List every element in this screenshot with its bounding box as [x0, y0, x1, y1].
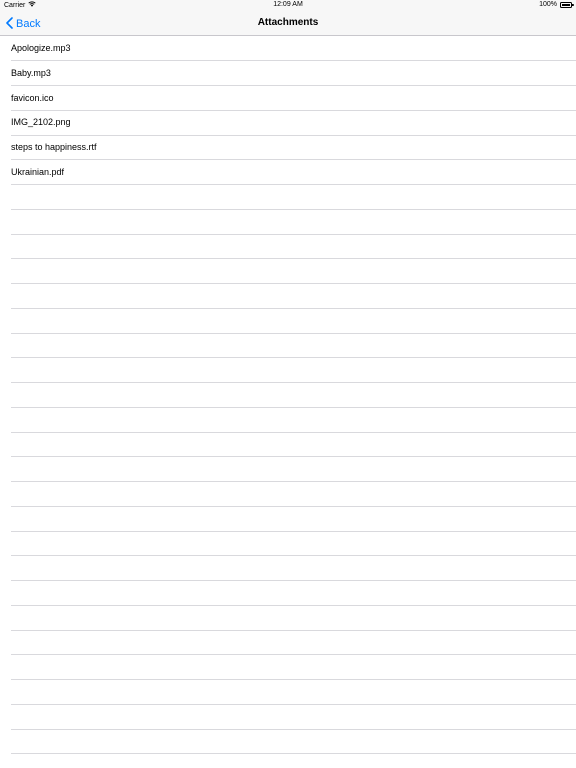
empty-row	[0, 333, 576, 358]
empty-row	[0, 383, 576, 408]
attachment-row[interactable]: steps to happiness.rtf	[0, 135, 576, 160]
battery-icon	[560, 1, 574, 8]
empty-row	[0, 482, 576, 507]
empty-row	[0, 209, 576, 234]
empty-row	[0, 754, 576, 768]
status-bar: Carrier 12:09 AM 100%	[0, 0, 576, 12]
status-right: 100%	[539, 1, 574, 8]
empty-row	[0, 605, 576, 630]
attachment-row[interactable]: Apologize.mp3	[0, 36, 576, 61]
empty-row	[0, 284, 576, 309]
empty-row	[0, 581, 576, 606]
attachment-filename: Baby.mp3	[11, 67, 51, 78]
attachment-row[interactable]: IMG_2102.png	[0, 110, 576, 135]
attachment-row[interactable]: Baby.mp3	[0, 61, 576, 86]
empty-row	[0, 259, 576, 284]
empty-row	[0, 308, 576, 333]
attachment-row[interactable]: favicon.ico	[0, 86, 576, 111]
attachment-filename: Ukrainian.pdf	[11, 166, 65, 177]
empty-row	[0, 556, 576, 581]
empty-row	[0, 704, 576, 729]
navigation-bar: Back Attachments	[0, 12, 576, 36]
attachment-filename: Apologize.mp3	[11, 43, 71, 53]
attachment-filename: IMG_2102.png	[11, 117, 71, 128]
empty-row	[0, 531, 576, 556]
empty-row	[0, 506, 576, 531]
battery-percent: 100%	[539, 1, 557, 8]
empty-row	[0, 680, 576, 705]
empty-row	[0, 407, 576, 432]
empty-row	[0, 457, 576, 482]
battery-fill	[562, 3, 570, 6]
empty-row	[0, 655, 576, 680]
attachment-row[interactable]: Ukrainian.pdf	[0, 160, 576, 185]
status-time: 12:09 AM	[273, 1, 303, 8]
empty-row	[0, 358, 576, 383]
attachment-filename: steps to happiness.rtf	[11, 142, 97, 152]
empty-row	[0, 630, 576, 655]
empty-row	[0, 729, 576, 754]
attachment-list: Apologize.mp3 Baby.mp3 favicon.ico IMG_2102…	[0, 36, 576, 768]
empty-row	[0, 432, 576, 457]
empty-row	[0, 234, 576, 259]
attachment-filename: favicon.ico	[11, 92, 54, 103]
page-title: Attachments	[257, 17, 319, 28]
empty-row	[0, 185, 576, 210]
